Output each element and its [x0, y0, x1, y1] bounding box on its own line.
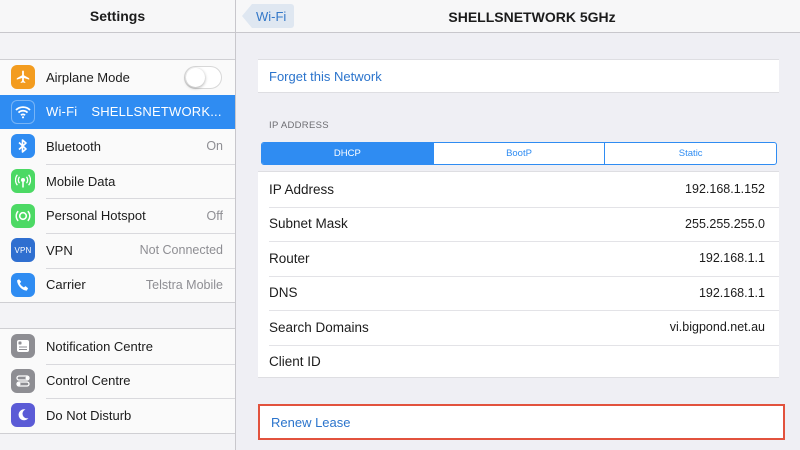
- vpn-icon: VPN: [11, 238, 35, 263]
- sidebar-title: Settings: [0, 0, 235, 33]
- forget-network-button[interactable]: Forget this Network: [258, 59, 779, 93]
- notification-centre-icon: [11, 334, 35, 359]
- nav-bar: Wi-Fi SHELLSNETWORK 5GHz: [236, 0, 800, 33]
- sidebar-item-notification-centre[interactable]: Notification Centre: [0, 329, 235, 364]
- search-domains-row[interactable]: Search Domains vi.bigpond.net.au: [258, 310, 779, 345]
- airplane-icon: [11, 65, 35, 90]
- sidebar-item-carrier[interactable]: Carrier Telstra Mobile: [0, 267, 235, 303]
- sidebar-item-label: VPN: [46, 242, 73, 258]
- ip-details-list: IP Address 192.168.1.152 Subnet Mask 255…: [258, 171, 779, 378]
- phone-icon: [11, 272, 35, 297]
- subnet-mask-row: Subnet Mask 255.255.255.0: [258, 206, 779, 242]
- sidebar-item-wifi[interactable]: Wi-Fi SHELLSNETWORK...: [0, 94, 235, 130]
- ip-mode-segmented-control: DHCP BootP Static: [261, 142, 777, 165]
- sidebar-item-label: Personal Hotspot: [46, 208, 146, 224]
- sidebar-item-control-centre[interactable]: Control Centre: [0, 363, 235, 399]
- moon-icon: [11, 403, 35, 428]
- sidebar-item-bluetooth[interactable]: Bluetooth On: [0, 129, 235, 164]
- sidebar-item-do-not-disturb[interactable]: Do Not Disturb: [0, 398, 235, 433]
- bluetooth-icon: [11, 134, 35, 159]
- row-label: Subnet Mask: [269, 216, 348, 232]
- renew-lease-label: Renew Lease: [271, 414, 351, 430]
- row-label: IP Address: [269, 181, 335, 197]
- sidebar-item-airplane-mode[interactable]: Airplane Mode: [0, 60, 235, 95]
- wifi-icon: [11, 99, 35, 124]
- network-detail-panel: Wi-Fi SHELLSNETWORK 5GHz Forget this Net…: [236, 0, 800, 450]
- hotspot-icon: [11, 203, 35, 228]
- sidebar-group-connectivity: Airplane Mode Wi-Fi SHELLSNETWORK... Blu…: [0, 59, 235, 304]
- sidebar-item-vpn[interactable]: VPN VPN Not Connected: [0, 232, 235, 268]
- segment-static[interactable]: Static: [604, 143, 776, 164]
- dns-row[interactable]: DNS 192.168.1.1: [258, 275, 779, 311]
- sidebar-item-label: Mobile Data: [46, 173, 116, 189]
- sidebar-item-personal-hotspot[interactable]: Personal Hotspot Off: [0, 198, 235, 233]
- sidebar-group-system: Notification Centre Control Centre Do No…: [0, 328, 235, 434]
- segment-dhcp[interactable]: DHCP: [262, 143, 433, 164]
- renew-lease-button[interactable]: Renew Lease: [258, 404, 785, 440]
- sidebar-item-label: Airplane Mode: [46, 69, 130, 85]
- bluetooth-status: On: [206, 139, 223, 154]
- segment-bootp[interactable]: BootP: [432, 143, 605, 164]
- row-label: Client ID: [269, 354, 321, 370]
- row-label: Search Domains: [269, 319, 369, 335]
- control-centre-icon: [11, 368, 35, 393]
- vpn-status: Not Connected: [139, 243, 223, 258]
- subnet-mask-value: 255.255.255.0: [685, 216, 765, 231]
- search-domains-value[interactable]: vi.bigpond.net.au: [670, 320, 765, 334]
- toggle-knob: [186, 68, 205, 87]
- client-id-row[interactable]: Client ID: [258, 344, 779, 380]
- ip-address-row: IP Address 192.168.1.152: [258, 172, 779, 207]
- sidebar-item-mobile-data[interactable]: Mobile Data: [0, 163, 235, 199]
- sidebar-item-label: Do Not Disturb: [46, 407, 132, 423]
- airplane-mode-toggle[interactable]: [184, 66, 222, 89]
- mobile-data-icon: [11, 169, 35, 194]
- ip-address-section-label: IP ADDRESS: [269, 120, 329, 131]
- sidebar-item-label: Control Centre: [46, 373, 131, 389]
- row-label: DNS: [269, 285, 298, 301]
- carrier-name: Telstra Mobile: [145, 277, 223, 292]
- router-row: Router 192.168.1.1: [258, 241, 779, 276]
- sidebar-item-label: Notification Centre: [46, 338, 153, 354]
- sidebar-item-label: Wi-Fi: [46, 104, 78, 120]
- row-label: Router: [269, 250, 310, 266]
- settings-sidebar: Settings Airplane Mode Wi-Fi SHELLSNETWO…: [0, 0, 236, 450]
- page-title: SHELLSNETWORK 5GHz: [448, 8, 616, 25]
- sidebar-item-label: Carrier: [46, 277, 86, 293]
- forget-network-label: Forget this Network: [269, 68, 382, 84]
- dns-value[interactable]: 192.168.1.1: [699, 286, 765, 300]
- router-value: 192.168.1.1: [698, 251, 765, 266]
- ip-address-value: 192.168.1.152: [685, 182, 765, 197]
- sidebar-item-label: Bluetooth: [46, 138, 101, 154]
- hotspot-status: Off: [206, 208, 223, 223]
- wifi-network-name: SHELLSNETWORK...: [91, 104, 222, 120]
